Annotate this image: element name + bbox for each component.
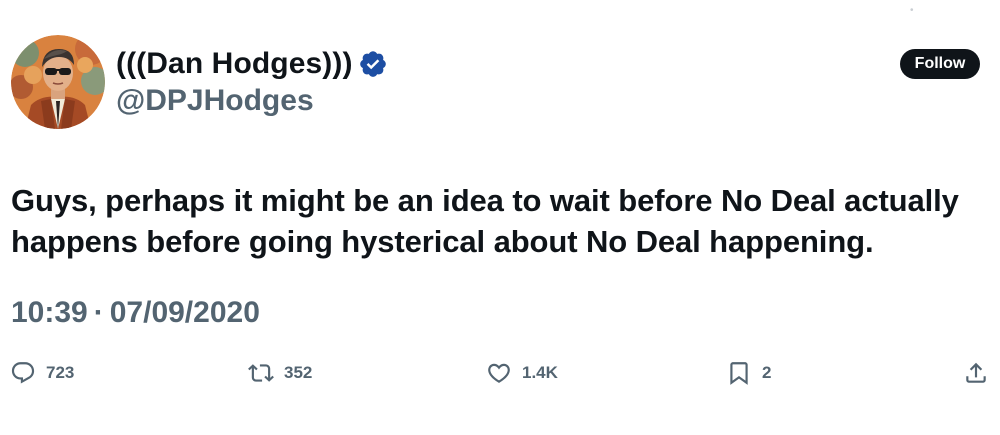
reply-count: 723 (46, 363, 75, 382)
follow-button[interactable]: Follow (900, 49, 980, 79)
bookmark-button[interactable]: 2 (726, 359, 771, 387)
author-name-row: (((Dan Hodges))) (116, 44, 388, 84)
avatar[interactable] (11, 35, 105, 129)
tweet-text: Guys, perhaps it might be an idea to wai… (11, 183, 959, 259)
bookmark-count: 2 (762, 363, 772, 382)
share-icon (966, 362, 986, 383)
reply-button[interactable]: 723 (10, 359, 74, 387)
tweet-time: 10:39 (11, 296, 88, 329)
share-button[interactable] (963, 359, 989, 387)
retweet-button[interactable]: 352 (248, 359, 312, 387)
like-count: 1.4K (522, 363, 558, 382)
timestamp-separator: · (93, 296, 104, 329)
heart-icon (488, 363, 510, 383)
avatar-illustration (11, 35, 105, 129)
cutoff-menu-icon: • • • (910, 0, 926, 16)
retweet-icon (248, 364, 274, 382)
bookmark-icon (730, 362, 748, 385)
author-display-name[interactable]: (((Dan Hodges))) (116, 47, 353, 81)
verified-badge-icon (359, 51, 386, 77)
author-handle[interactable]: @DPJHodges (116, 84, 314, 118)
tweet-page: • • • (0, 0, 1000, 435)
tweet-timestamp[interactable]: 10:39 · 07/09/2020 (11, 296, 260, 330)
like-button[interactable]: 1.4K (486, 359, 558, 387)
retweet-count: 352 (284, 363, 313, 382)
tweet-date: 07/09/2020 (109, 296, 260, 329)
reply-icon (11, 362, 35, 384)
